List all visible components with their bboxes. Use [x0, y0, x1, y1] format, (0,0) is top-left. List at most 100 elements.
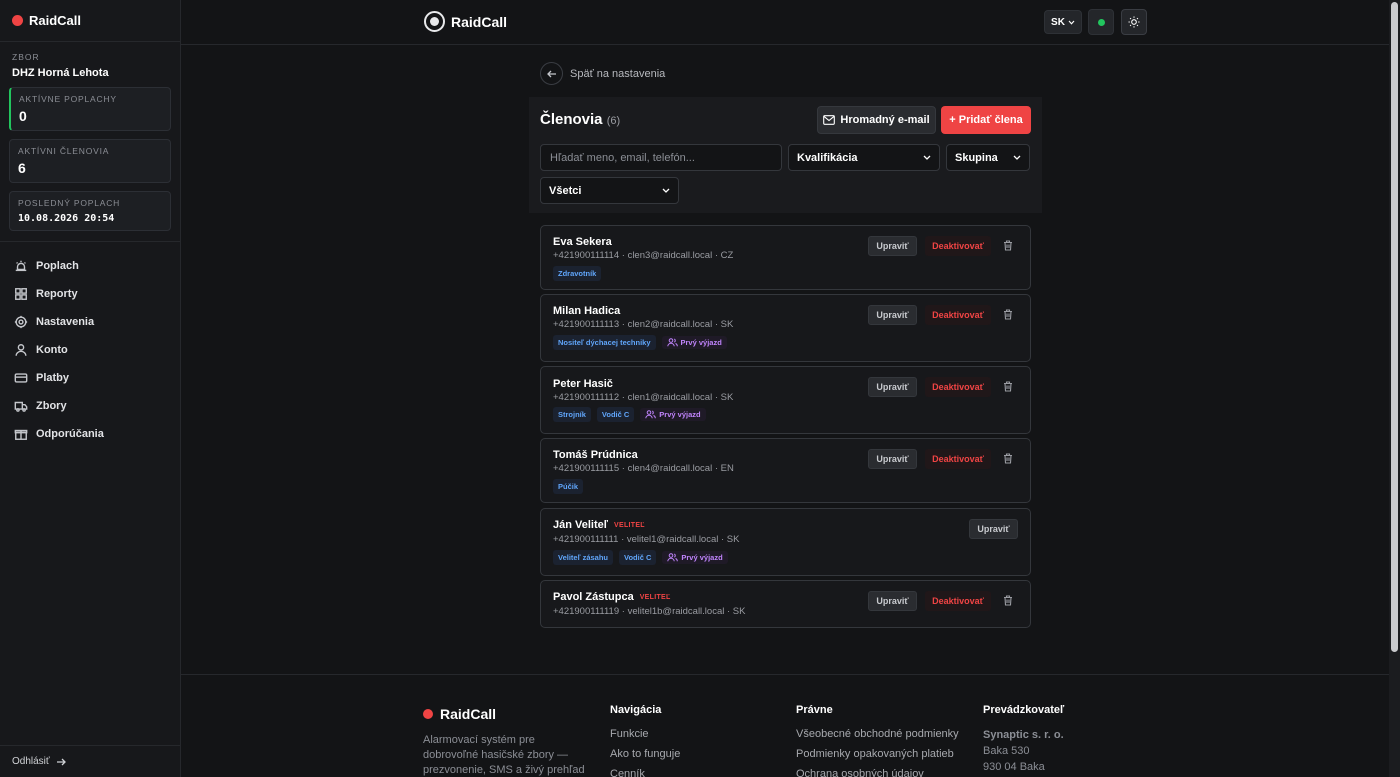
deactivate-button[interactable]: Deaktivovať [925, 591, 991, 611]
users-icon [645, 410, 657, 419]
sidebar-item-label: Poplach [36, 260, 79, 272]
edit-button[interactable]: Upraviť [868, 236, 917, 256]
sidebar-item-nastavenia[interactable]: Nastavenia [0, 308, 180, 336]
deactivate-button[interactable]: Deaktivovať [925, 236, 991, 256]
back-to-settings-link[interactable]: Späť na nastavenia [540, 62, 665, 85]
deactivate-button[interactable]: Deaktivovať [925, 305, 991, 325]
member-contact: +421900111115 · clen4@raidcall.local · E… [553, 463, 734, 474]
member-contact: +421900111111 · velitel1@raidcall.local … [553, 534, 740, 545]
delete-button[interactable] [1001, 592, 1015, 608]
org-name: DHZ Horná Lehota [12, 67, 109, 79]
brand-dot-icon [423, 709, 433, 719]
footer-operator-title: Prevádzkovateľ [983, 704, 1065, 716]
stat-label: POSLEDNÝ POPLACH [18, 198, 121, 208]
delete-button[interactable] [1001, 237, 1015, 253]
sidebar-item-zbory[interactable]: Zbory [0, 392, 180, 420]
member-tags: Nositeľ dýchacej techniky Prvý výjazd [553, 335, 727, 350]
stat-last-alarm: POSLEDNÝ POPLACH 10.08.2026 20:54 [9, 191, 171, 231]
group-filter[interactable]: Skupina [946, 144, 1030, 171]
footer-brand: RaidCall [423, 706, 496, 722]
gift-icon [14, 429, 28, 440]
edit-button[interactable]: Upraviť [868, 377, 917, 397]
connection-status-button[interactable] [1088, 9, 1114, 35]
commander-badge: VELITEĽ [639, 593, 671, 601]
sidebar-brand[interactable]: RaidCall [0, 0, 180, 42]
arrow-left-icon [540, 62, 563, 85]
operator-address: 930 04 Baka [983, 761, 1045, 773]
sidebar-nav: Poplach Reporty Nastavenia Konto Platby … [0, 241, 180, 448]
member-card: Peter Hasič +421900111112 · clen1@raidca… [540, 366, 1031, 434]
edit-button[interactable]: Upraviť [969, 519, 1018, 539]
page-title: Členovia (6) [540, 111, 620, 128]
member-name-text: Pavol Zástupca [553, 591, 634, 603]
language-select[interactable]: SK [1044, 10, 1082, 34]
chevron-down-icon [662, 188, 670, 193]
sidebar-item-odporucania[interactable]: Odporúčania [0, 420, 180, 448]
first-response-label: Prvý výjazd [680, 338, 722, 347]
member-contact: +421900111114 · clen3@raidcall.local · C… [553, 250, 734, 261]
sidebar: RaidCall ZBOR DHZ Horná Lehota AKTÍVNE P… [0, 0, 181, 777]
qualification-filter[interactable]: Kvalifikácia [788, 144, 940, 171]
footer-legal-title: Právne [796, 704, 833, 716]
edit-button[interactable]: Upraviť [868, 305, 917, 325]
footer-link[interactable]: Ochrana osobných údajov [796, 767, 959, 777]
sidebar-item-reporty[interactable]: Reporty [0, 280, 180, 308]
scrollbar[interactable] [1389, 0, 1400, 777]
search-input[interactable] [540, 144, 782, 171]
deactivate-button[interactable]: Deaktivovať [925, 449, 991, 469]
sidebar-item-label: Reporty [36, 288, 78, 300]
member-name: Eva Sekera [553, 236, 612, 248]
footer-description: Alarmovací systém pre dobrovoľné hasičsk… [423, 734, 585, 776]
trash-icon [1004, 308, 1012, 320]
member-name-text: Peter Hasič [553, 378, 613, 390]
qualification-tag: Strojník [553, 407, 591, 422]
member-contact: +421900111113 · clen2@raidcall.local · S… [553, 319, 734, 330]
sidebar-item-platby[interactable]: Platby [0, 364, 180, 392]
qualification-tag: Vodič C [619, 550, 657, 565]
member-name-text: Milan Hadica [553, 305, 621, 317]
brand-dot-icon [12, 15, 23, 26]
member-tags: Púčik [553, 479, 584, 494]
logout-button[interactable]: Odhlásiť [0, 745, 180, 777]
siren-icon [15, 260, 27, 272]
page-title-text: Členovia [540, 111, 603, 128]
org-label: ZBOR [12, 52, 40, 62]
stat-value: 0 [19, 108, 27, 124]
footer-link[interactable]: Ako to funguje [610, 747, 680, 761]
footer-link[interactable]: Funkcie [610, 727, 680, 741]
sidebar-item-poplach[interactable]: Poplach [0, 252, 180, 280]
member-name: Tomáš Prúdnica [553, 449, 638, 461]
gear-icon [14, 315, 28, 329]
footer-link[interactable]: Podmienky opakovaných platieb [796, 747, 959, 761]
first-response-label: Prvý výjazd [659, 410, 701, 419]
footer-brand-name: RaidCall [440, 706, 497, 722]
status-filter-value: Všetci [549, 184, 582, 197]
first-response-badge: Prvý výjazd [662, 551, 728, 564]
footer: RaidCall Alarmovací systém pre dobrovoľn… [181, 674, 1389, 777]
delete-button[interactable] [1001, 450, 1015, 466]
stat-label: AKTÍVNE POPLACHY [19, 94, 117, 104]
qualification-tag: Púčik [553, 479, 584, 494]
theme-toggle-button[interactable] [1121, 9, 1147, 35]
member-name: Peter Hasič [553, 378, 613, 390]
sidebar-item-label: Konto [36, 344, 68, 356]
footer-link[interactable]: Všeobecné obchodné podmienky [796, 727, 959, 741]
delete-button[interactable] [1001, 378, 1015, 394]
header-brand[interactable]: RaidCall [424, 11, 507, 32]
member-name: Milan Hadica [553, 305, 620, 317]
deactivate-button[interactable]: Deaktivovať [925, 377, 991, 397]
member-tags: Zdravotník [553, 266, 602, 281]
edit-button[interactable]: Upraviť [868, 449, 917, 469]
qualification-tag: Zdravotník [553, 266, 602, 281]
scrollbar-thumb[interactable] [1391, 2, 1398, 652]
status-filter[interactable]: Všetci [540, 177, 679, 204]
users-icon [667, 553, 679, 562]
delete-button[interactable] [1001, 306, 1015, 322]
logout-label: Odhlásiť [12, 756, 50, 767]
sidebar-item-konto[interactable]: Konto [0, 336, 180, 364]
bulk-email-button[interactable]: Hromadný e-mail [817, 106, 936, 134]
add-member-button[interactable]: + Pridať člena [941, 106, 1031, 134]
edit-button[interactable]: Upraviť [868, 591, 917, 611]
top-header: RaidCall SK [181, 0, 1389, 45]
footer-link[interactable]: Cenník [610, 767, 680, 777]
